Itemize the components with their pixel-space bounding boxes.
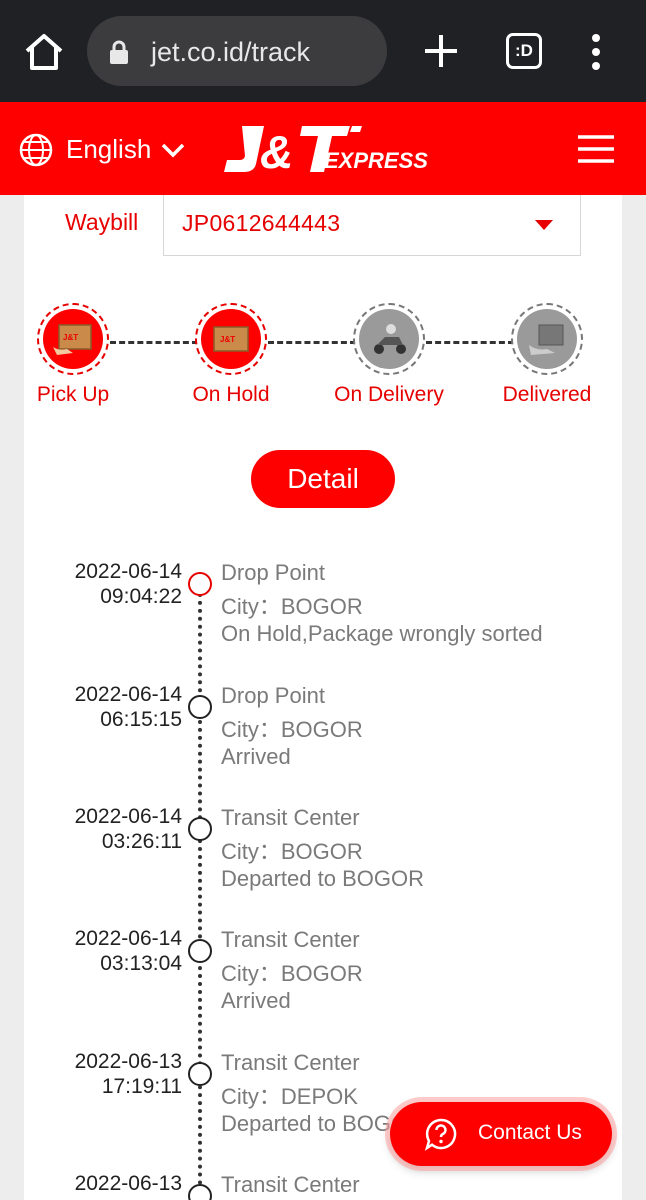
entry-location: Transit Center [221,1050,360,1075]
home-icon[interactable] [22,30,66,74]
timeline-dot [188,1184,212,1200]
svg-text:J&T: J&T [220,335,235,344]
address-bar[interactable]: jet.co.id/track [87,16,387,86]
entry-status: On Hold,Package wrongly sorted [221,621,543,646]
entry-time: 03:26:11 [101,830,182,853]
entry-time: 06:15:15 [100,708,182,731]
entry-date: 2022-06-14 [74,560,182,583]
step-indicator: J&T [195,303,267,375]
delivery-scooter-icon [374,324,406,354]
step-on-hold: J&T On Hold [156,303,306,407]
entry-city: City：BOGOR [221,839,363,864]
timeline-dot [188,695,212,719]
timeline-dot [188,939,212,963]
entry-location: Drop Point [221,683,325,708]
entry-location: Transit Center [221,1172,360,1197]
entry-time: 17:19:11 [101,1075,182,1098]
entry-city: City：BOGOR [221,594,363,619]
plus-icon[interactable] [420,30,462,72]
step-indicator [511,303,583,375]
url-text: jet.co.id/track [151,37,311,67]
step-pick-up: J&T Pick Up [24,303,148,407]
step-label: Delivered [502,383,592,406]
globe-icon[interactable] [18,132,54,168]
waybill-select[interactable]: JP0612644443 [163,195,581,256]
tab-switcher-button[interactable]: :D [506,33,542,69]
step-delivered: Delivered [472,303,622,407]
step-label: On Hold [192,383,270,406]
jt-express-logo: & EXPRESS [224,126,428,176]
help-chat-icon [424,1118,457,1151]
step-label: Pick Up [36,383,110,406]
chevron-down-icon[interactable] [160,140,186,160]
svg-text:EXPRESS: EXPRESS [324,148,428,173]
step-indicator [353,303,425,375]
hamburger-menu-icon[interactable] [576,134,616,164]
entry-location: Drop Point [221,560,325,585]
entry-date: 2022-06-13 [74,1050,182,1073]
detail-button[interactable]: Detail [251,450,395,508]
more-options-icon[interactable] [584,32,608,72]
language-selector[interactable]: English [66,134,151,165]
entry-city: City：BOGOR [221,961,363,986]
entry-date: 2022-06-14 [74,805,182,828]
entry-date: 2022-06-13 [74,1172,182,1195]
entry-time: 03:13:04 [100,952,182,975]
step-label: On Delivery [334,383,444,406]
entry-status: Arrived [221,988,291,1013]
browser-toolbar: jet.co.id/track :D [0,0,646,102]
site-header: English & EXPRESS [0,102,646,195]
dropdown-caret-icon [535,220,553,230]
package-box-icon: J&T [213,326,249,352]
entry-city: City：DEPOK [221,1084,358,1109]
entry-time: 09:04:22 [100,585,182,608]
waybill-number: JP0612644443 [182,210,341,236]
timeline-dot [188,1062,212,1086]
entry-location: Transit Center [221,805,360,830]
timeline-rail [198,585,202,1200]
entry-city: City：BOGOR [221,717,363,742]
entry-date: 2022-06-14 [74,927,182,950]
lock-icon [110,40,128,64]
contact-us-label: Contact Us [478,1121,582,1144]
package-received-icon [529,324,564,355]
svg-text:&: & [260,126,293,176]
step-indicator: J&T [37,303,109,375]
contact-us-button[interactable]: Contact Us [390,1102,612,1166]
timeline-dot [188,572,212,596]
entry-date: 2022-06-14 [74,683,182,706]
entry-location: Transit Center [221,927,360,952]
timeline-dot [188,817,212,841]
entry-status: Departed to BOGOR [221,866,424,891]
tracking-card: Waybill JP0612644443 J&T Pick Up J&T On … [24,195,622,1200]
svg-text:J&T: J&T [63,333,78,342]
package-handoff-icon: J&T [53,324,92,355]
entry-status: Arrived [221,744,291,769]
waybill-label: Waybill [65,209,139,235]
step-on-delivery: On Delivery [314,303,464,407]
